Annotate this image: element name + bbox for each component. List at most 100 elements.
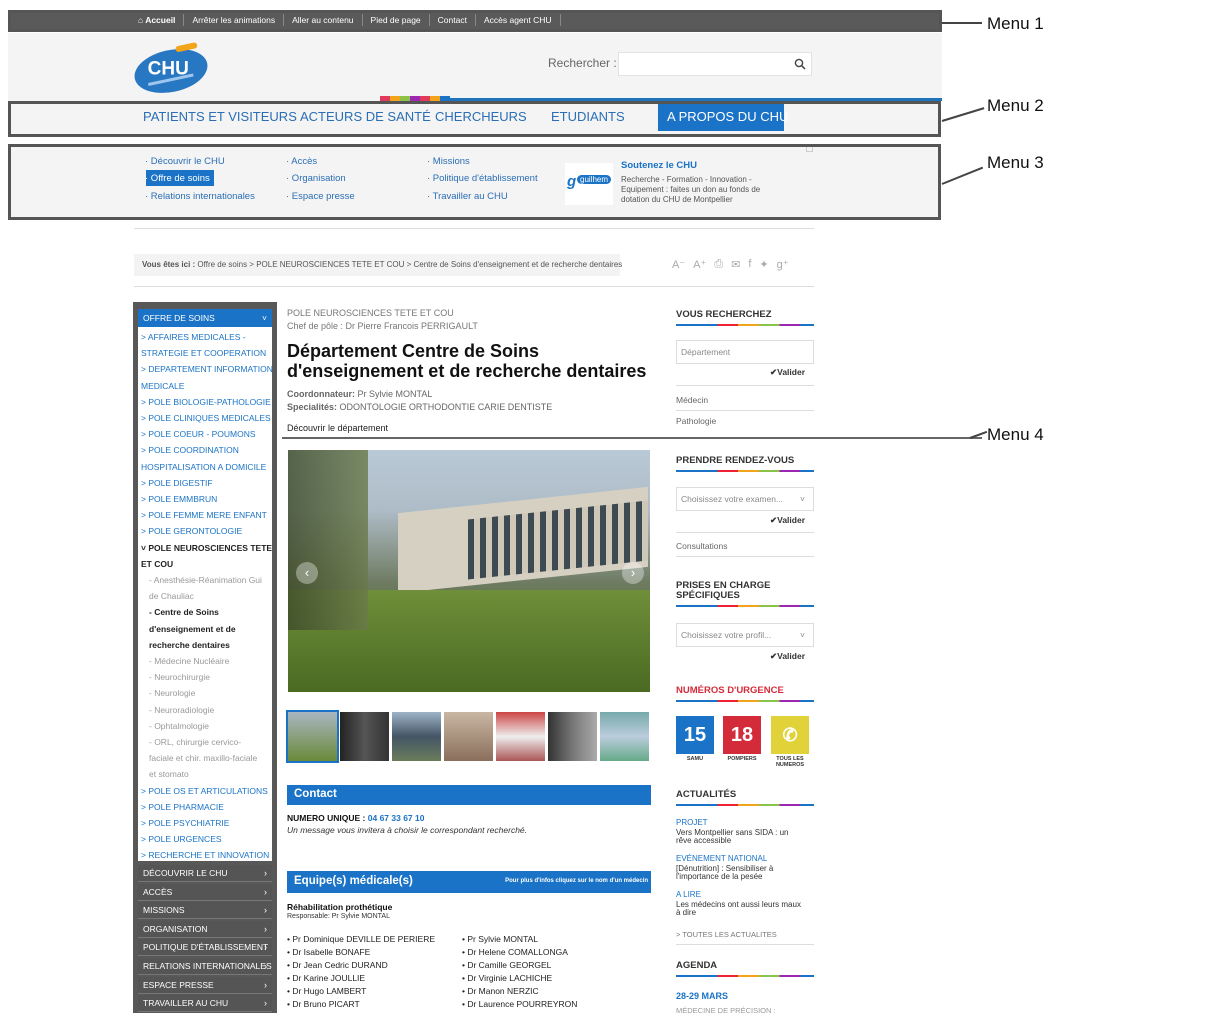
left-nav-item[interactable]: > POLE EMMBRUN bbox=[141, 493, 217, 505]
news-headline[interactable]: rêve accessible bbox=[676, 836, 731, 845]
left-nav-item[interactable]: MEDICALE bbox=[141, 380, 184, 392]
left-nav-item[interactable]: > POLE GERONTOLOGIE bbox=[141, 525, 242, 537]
news-headline[interactable]: à dire bbox=[676, 908, 696, 917]
left-nav-section[interactable]: ORGANISATION › bbox=[138, 920, 272, 938]
doctor-link[interactable]: • Dr Camille GEORGEL bbox=[462, 960, 551, 970]
chevron-down-icon: ˅ bbox=[262, 313, 267, 323]
doctor-link[interactable]: • Dr Manon NERZIC bbox=[462, 986, 539, 996]
doctor-link[interactable]: • Dr Karine JOULLIE bbox=[287, 973, 365, 983]
all-numbers-label-2: NUMEROS bbox=[775, 762, 805, 768]
left-nav-current-subitem[interactable]: recherche dentaires bbox=[149, 639, 230, 651]
thumbnail[interactable] bbox=[444, 712, 493, 761]
left-nav-item[interactable]: > POLE COEUR - POUMONS bbox=[141, 428, 256, 440]
thumbnail[interactable] bbox=[340, 712, 389, 761]
left-nav-item[interactable]: > POLE PHARMACIE bbox=[141, 801, 224, 813]
left-nav-current-subitem[interactable]: d'enseignement et de bbox=[149, 623, 236, 635]
google-plus-icon[interactable]: g⁺ bbox=[777, 258, 789, 271]
left-nav-item[interactable]: > POLE OS ET ARTICULATIONS bbox=[141, 785, 268, 797]
all-news-link[interactable]: > TOUTES LES ACTUALITES bbox=[676, 930, 777, 939]
doctor-link[interactable]: • Pr Sylvie MONTAL bbox=[462, 934, 538, 944]
pathologie-link[interactable]: Pathologie bbox=[676, 416, 716, 426]
left-nav-item[interactable]: > DEPARTEMENT INFORMATION bbox=[141, 363, 273, 375]
next-slide-icon[interactable]: › bbox=[622, 562, 644, 584]
left-nav-section[interactable]: RELATIONS INTERNATIONALES › bbox=[138, 958, 272, 975]
left-nav-item[interactable]: > POLE CLINIQUES MEDICALES bbox=[141, 412, 271, 424]
phone-value[interactable]: 04 67 33 67 10 bbox=[365, 813, 425, 823]
thumbnail[interactable] bbox=[600, 712, 649, 761]
chevron-down-icon: ˅ bbox=[800, 494, 805, 504]
left-nav-item[interactable]: STRATEGIE ET COOPERATION bbox=[141, 347, 266, 359]
left-nav-subitem[interactable]: - ORL, chirurgie cervico- bbox=[149, 736, 241, 748]
medecin-link[interactable]: Médecin bbox=[676, 395, 708, 405]
twitter-icon[interactable]: ✦ bbox=[759, 258, 768, 271]
left-nav-item[interactable]: > POLE COORDINATION bbox=[141, 444, 239, 456]
doctor-link[interactable]: • Dr Hugo LAMBERT bbox=[287, 986, 366, 996]
pompiers-number-button[interactable]: 18 bbox=[723, 716, 761, 754]
left-nav-subitem[interactable]: - Ophtalmologie bbox=[149, 720, 209, 732]
left-nav-item[interactable]: HOSPITALISATION A DOMICILE bbox=[141, 461, 266, 473]
left-nav-subitem[interactable]: et stomato bbox=[149, 768, 189, 780]
doctor-link[interactable]: • Dr Bruno PICART bbox=[287, 999, 360, 1009]
text-smaller-icon[interactable]: A⁻ bbox=[672, 258, 685, 271]
left-nav-section[interactable]: DÉCOUVRIR LE CHU › bbox=[138, 865, 272, 882]
doctor-link[interactable]: • Dr Jean Cedric DURAND bbox=[287, 960, 388, 970]
all-numbers-icon[interactable]: ✆ bbox=[771, 716, 809, 754]
consultations-link[interactable]: Consultations bbox=[676, 541, 728, 551]
annotation-menu2: Menu 2 bbox=[987, 96, 1044, 115]
left-nav-section[interactable]: MISSIONS › bbox=[138, 902, 272, 920]
left-nav-subitem[interactable]: - Neurochirurgie bbox=[149, 671, 210, 683]
left-nav-section[interactable]: ESPACE PRESSE › bbox=[138, 976, 272, 994]
left-nav-item[interactable]: > RECHERCHE ET INNOVATION bbox=[141, 849, 269, 861]
discover-department-link[interactable]: Découvrir le département bbox=[287, 423, 388, 433]
search-validate-button[interactable]: ✔Valider bbox=[770, 367, 805, 378]
coordinator-label: Coordonnateur: bbox=[287, 389, 355, 399]
news-headline[interactable]: l'importance de la pesée bbox=[676, 872, 762, 881]
profile-select[interactable]: Choisissez votre profil... ˅ bbox=[676, 623, 814, 647]
thumbnail[interactable] bbox=[286, 710, 339, 763]
news-category: A LIRE bbox=[676, 890, 701, 899]
email-icon[interactable]: ✉ bbox=[731, 258, 740, 271]
prev-slide-icon[interactable]: ‹ bbox=[296, 562, 318, 584]
left-nav-subitem[interactable]: de Chauliac bbox=[149, 590, 194, 602]
doctor-link[interactable]: • Dr Isabelle BONAFE bbox=[287, 947, 370, 957]
search-icon[interactable] bbox=[794, 58, 806, 70]
left-nav-subitem[interactable]: - Anesthésie-Réanimation Gui bbox=[149, 574, 262, 586]
doctor-link[interactable]: • Dr Helene COMALLONGA bbox=[462, 947, 568, 957]
team-responsible: Responsable: Pr Sylvie MONTAL bbox=[287, 913, 390, 920]
exam-select[interactable]: Choisissez votre examen... ˅ bbox=[676, 487, 814, 511]
breadcrumb-path[interactable]: Offre de soins > POLE NEUROSCIENCES TETE… bbox=[195, 260, 622, 269]
left-nav-subitem[interactable]: faciale et chir. maxillo-faciale bbox=[149, 752, 257, 764]
left-nav-section[interactable]: TRAVAILLER AU CHU › bbox=[138, 995, 272, 1013]
left-nav-current-subitem[interactable]: - Centre de Soins bbox=[149, 606, 219, 618]
doctor-link[interactable]: • Dr Virginie LACHICHE bbox=[462, 973, 552, 983]
left-nav-subitem[interactable]: - Médecine Nucléaire bbox=[149, 655, 229, 667]
left-nav-subitem[interactable]: - Neuroradiologie bbox=[149, 704, 214, 716]
left-nav-active-item[interactable]: ˅ POLE NEUROSCIENCES TETE bbox=[141, 542, 272, 554]
left-nav-section[interactable]: POLITIQUE D'ÉTABLISSEMENT › bbox=[138, 939, 272, 957]
left-nav-item[interactable]: > POLE FEMME MERE ENFANT bbox=[141, 509, 267, 521]
left-nav-head[interactable]: OFFRE DE SOINS ˅ bbox=[138, 309, 272, 327]
department-search-input[interactable]: Département bbox=[676, 340, 814, 364]
thumbnail[interactable] bbox=[392, 712, 441, 761]
text-larger-icon[interactable]: A⁺ bbox=[693, 258, 706, 271]
left-nav-item[interactable]: > POLE DIGESTIF bbox=[141, 477, 213, 489]
agenda-event[interactable]: MÉDECINE DE PRÉCISION : bbox=[676, 1006, 776, 1015]
left-nav-item[interactable]: > POLE URGENCES bbox=[141, 833, 222, 845]
samu-number-button[interactable]: 15 bbox=[676, 716, 714, 754]
left-nav-active-item[interactable]: ET COU bbox=[141, 558, 173, 570]
facebook-icon[interactable]: f bbox=[748, 258, 751, 271]
thumbnail[interactable] bbox=[496, 712, 545, 761]
left-nav-subitem[interactable]: - Neurologie bbox=[149, 687, 195, 699]
left-nav-item[interactable]: > POLE BIOLOGIE-PATHOLOGIE bbox=[141, 396, 271, 408]
left-nav-item[interactable]: > AFFAIRES MEDICALES - bbox=[141, 331, 246, 343]
profile-validate-button[interactable]: ✔Valider bbox=[770, 651, 805, 662]
left-nav-item[interactable]: > POLE PSYCHIATRIE bbox=[141, 817, 229, 829]
thumbnail[interactable] bbox=[548, 712, 597, 761]
appointment-validate-button[interactable]: ✔Valider bbox=[770, 515, 805, 526]
search-input[interactable] bbox=[618, 52, 812, 76]
page-title-line2: d'enseignement et de recherche dentaires bbox=[287, 361, 647, 381]
print-icon[interactable]: ⎙ bbox=[714, 258, 723, 271]
left-nav-section[interactable]: ACCÈS › bbox=[138, 883, 272, 901]
doctor-link[interactable]: • Pr Dominique DEVILLE DE PERIERE bbox=[287, 934, 435, 944]
doctor-link[interactable]: • Dr Laurence POURREYRON bbox=[462, 999, 577, 1009]
